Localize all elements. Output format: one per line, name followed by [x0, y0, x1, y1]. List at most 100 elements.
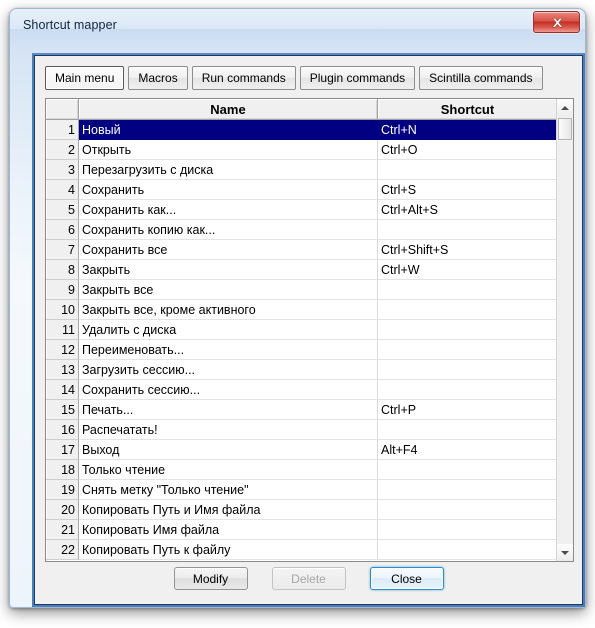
- row-shortcut-cell[interactable]: Ctrl+O: [378, 140, 557, 160]
- row-shortcut-cell[interactable]: [378, 360, 557, 380]
- tab-plugin-commands[interactable]: Plugin commands: [299, 66, 416, 90]
- row-name-cell[interactable]: Новый: [79, 120, 378, 140]
- row-index-cell: 15: [46, 400, 79, 420]
- row-shortcut-cell[interactable]: [378, 520, 557, 540]
- row-shortcut-cell[interactable]: Ctrl+Shift+S: [378, 240, 557, 260]
- row-shortcut-cell[interactable]: [378, 220, 557, 240]
- row-name-cell[interactable]: Сохранить: [79, 180, 378, 200]
- row-shortcut-cell[interactable]: Ctrl+W: [378, 260, 557, 280]
- table-row[interactable]: 16 Распечатать!: [46, 420, 573, 440]
- row-name-cell[interactable]: Копировать Путь и Имя файла: [79, 500, 378, 520]
- dialog-button-bar: Modify Delete Close: [35, 567, 582, 590]
- row-shortcut-cell[interactable]: [378, 300, 557, 320]
- scrollbar-track[interactable]: [557, 116, 573, 544]
- row-index-cell: 22: [46, 540, 79, 560]
- row-name-cell[interactable]: Копировать Путь к файлу: [79, 540, 378, 560]
- table-row[interactable]: 6 Сохранить копию как...: [46, 220, 573, 240]
- row-index-cell: 3: [46, 160, 79, 180]
- table-row[interactable]: 1 Новый Ctrl+N: [46, 120, 573, 140]
- row-name-cell[interactable]: Сохранить сессию...: [79, 380, 378, 400]
- table-row[interactable]: 17 Выход Alt+F4: [46, 440, 573, 460]
- table-row[interactable]: 5 Сохранить как... Ctrl+Alt+S: [46, 200, 573, 220]
- row-shortcut-cell[interactable]: [378, 460, 557, 480]
- tab-macros[interactable]: Macros: [128, 66, 188, 90]
- table-row[interactable]: 7 Сохранить все Ctrl+Shift+S: [46, 240, 573, 260]
- row-shortcut-cell[interactable]: [378, 280, 557, 300]
- row-name-cell[interactable]: Сохранить копию как...: [79, 220, 378, 240]
- list-header-row: Name Shortcut: [46, 99, 573, 120]
- row-name-cell[interactable]: Закрыть все: [79, 280, 378, 300]
- row-shortcut-cell[interactable]: Ctrl+N: [378, 120, 557, 140]
- row-index-cell: 20: [46, 500, 79, 520]
- scroll-down-button[interactable]: [557, 544, 573, 561]
- modify-button[interactable]: Modify: [173, 567, 248, 590]
- row-name-cell[interactable]: Удалить с диска: [79, 320, 378, 340]
- row-name-cell[interactable]: Переименовать...: [79, 340, 378, 360]
- dialog-inner-panel: Main menu Macros Run commands Plugin com…: [34, 55, 583, 605]
- row-name-cell[interactable]: Сохранить все: [79, 240, 378, 260]
- table-row[interactable]: 19 Снять метку "Только чтение": [46, 480, 573, 500]
- row-shortcut-cell[interactable]: [378, 160, 557, 180]
- row-shortcut-cell[interactable]: [378, 380, 557, 400]
- row-shortcut-cell[interactable]: Ctrl+S: [378, 180, 557, 200]
- row-name-cell[interactable]: Сохранить как...: [79, 200, 378, 220]
- row-shortcut-cell[interactable]: Ctrl+Alt+S: [378, 200, 557, 220]
- row-shortcut-cell[interactable]: [378, 340, 557, 360]
- row-shortcut-cell[interactable]: Ctrl+P: [378, 400, 557, 420]
- tab-scintilla-commands[interactable]: Scintilla commands: [419, 66, 543, 90]
- tab-run-commands[interactable]: Run commands: [191, 66, 296, 90]
- column-header-shortcut[interactable]: Shortcut: [378, 99, 557, 120]
- row-name-cell[interactable]: Закрыть все, кроме активного: [79, 300, 378, 320]
- table-row[interactable]: 22 Копировать Путь к файлу: [46, 540, 573, 560]
- row-name-cell[interactable]: Выход: [79, 440, 378, 460]
- row-name-cell[interactable]: Перезагрузить с диска: [79, 160, 378, 180]
- table-row[interactable]: 21 Копировать Имя файла: [46, 520, 573, 540]
- row-index-cell: 8: [46, 260, 79, 280]
- table-row[interactable]: 3 Перезагрузить с диска: [46, 160, 573, 180]
- row-shortcut-cell[interactable]: [378, 500, 557, 520]
- table-row[interactable]: 10 Закрыть все, кроме активного: [46, 300, 573, 320]
- column-header-name[interactable]: Name: [79, 99, 378, 120]
- table-row[interactable]: 2 Открыть Ctrl+O: [46, 140, 573, 160]
- table-row[interactable]: 14 Сохранить сессию...: [46, 380, 573, 400]
- row-shortcut-cell[interactable]: [378, 320, 557, 340]
- scrollbar-thumb[interactable]: [558, 118, 572, 140]
- row-shortcut-cell[interactable]: [378, 480, 557, 500]
- row-shortcut-cell[interactable]: [378, 420, 557, 440]
- tab-label: Main menu: [55, 71, 115, 85]
- row-name-cell[interactable]: Печать...: [79, 400, 378, 420]
- row-index-cell: 17: [46, 440, 79, 460]
- row-index-cell: 4: [46, 180, 79, 200]
- row-shortcut-cell[interactable]: [378, 540, 557, 560]
- delete-button: Delete: [271, 567, 346, 590]
- row-name-cell[interactable]: Открыть: [79, 140, 378, 160]
- table-row[interactable]: 9 Закрыть все: [46, 280, 573, 300]
- tab-label: Macros: [138, 71, 178, 85]
- row-name-cell[interactable]: Закрыть: [79, 260, 378, 280]
- window-client-area: Main menu Macros Run commands Plugin com…: [21, 17, 594, 607]
- list-vertical-scrollbar[interactable]: [556, 99, 573, 561]
- row-name-cell[interactable]: Распечатать!: [79, 420, 378, 440]
- table-row[interactable]: 15 Печать... Ctrl+P: [46, 400, 573, 420]
- table-row[interactable]: 8 Закрыть Ctrl+W: [46, 260, 573, 280]
- table-row[interactable]: 20 Копировать Путь и Имя файла: [46, 500, 573, 520]
- row-name-cell[interactable]: Только чтение: [79, 460, 378, 480]
- row-name-cell[interactable]: Загрузить сессию...: [79, 360, 378, 380]
- shortcut-list-view[interactable]: Name Shortcut 1 Новый Ctrl+N 2 Открыть Ctrl+O…: [45, 98, 574, 562]
- table-row[interactable]: 12 Переименовать...: [46, 340, 573, 360]
- close-button[interactable]: Close: [369, 567, 444, 590]
- column-header-index[interactable]: [46, 99, 79, 120]
- row-shortcut-cell[interactable]: Alt+F4: [378, 440, 557, 460]
- table-row[interactable]: 4 Сохранить Ctrl+S: [46, 180, 573, 200]
- row-name-cell[interactable]: Снять метку "Только чтение": [79, 480, 378, 500]
- row-index-cell: 21: [46, 520, 79, 540]
- table-row[interactable]: 18 Только чтение: [46, 460, 573, 480]
- row-name-cell[interactable]: Копировать Имя файла: [79, 520, 378, 540]
- tab-strip: Main menu Macros Run commands Plugin com…: [45, 66, 543, 90]
- table-row[interactable]: 11 Удалить с диска: [46, 320, 573, 340]
- scroll-up-button[interactable]: [557, 99, 573, 116]
- table-row[interactable]: 13 Загрузить сессию...: [46, 360, 573, 380]
- row-index-cell: 10: [46, 300, 79, 320]
- tab-main-menu[interactable]: Main menu: [45, 66, 125, 90]
- row-index-cell: 13: [46, 360, 79, 380]
